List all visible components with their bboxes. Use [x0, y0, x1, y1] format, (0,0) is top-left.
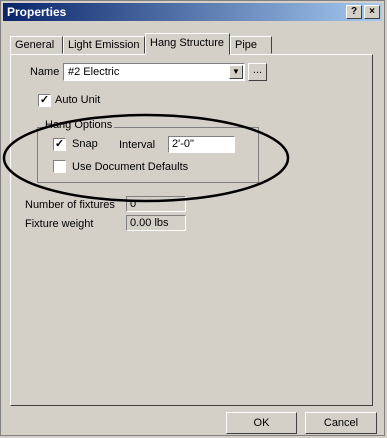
tab-label: Light Emission [68, 39, 140, 51]
tab-hang-structure[interactable]: Hang Structure [145, 33, 230, 55]
tab-light-emission[interactable]: Light Emission [63, 36, 145, 54]
cancel-button[interactable]: Cancel [305, 412, 377, 434]
browse-button[interactable]: ... [248, 63, 267, 81]
ok-button[interactable]: OK [226, 412, 297, 434]
tab-label: General [15, 39, 55, 51]
fixture-weight: 0.00 lbs [126, 215, 186, 231]
weight-label: Fixture weight [25, 218, 94, 230]
annotation-ellipse [2, 113, 290, 203]
tab-pipe[interactable]: Pipe [230, 36, 272, 54]
name-label: Name [30, 66, 60, 78]
name-value: #2 Electric [68, 66, 120, 78]
title-bar[interactable]: Properties ? × [3, 3, 382, 21]
tab-general[interactable]: General [10, 36, 63, 54]
auto-unit-checkbox[interactable]: ✓ [38, 94, 51, 107]
window-title: Properties [7, 5, 67, 19]
tab-label: Hang Structure [150, 37, 224, 49]
close-button[interactable]: × [364, 5, 380, 19]
name-dropdown[interactable]: #2 Electric ▼ [63, 63, 245, 81]
help-button[interactable]: ? [346, 5, 362, 19]
weight-value: 0.00 lbs [130, 217, 169, 229]
tab-label: Pipe [235, 39, 258, 51]
auto-unit-label: Auto Unit [55, 94, 101, 106]
highlight-ellipse [2, 113, 290, 203]
tab-panel [10, 54, 373, 406]
chevron-down-icon[interactable]: ▼ [229, 65, 243, 79]
